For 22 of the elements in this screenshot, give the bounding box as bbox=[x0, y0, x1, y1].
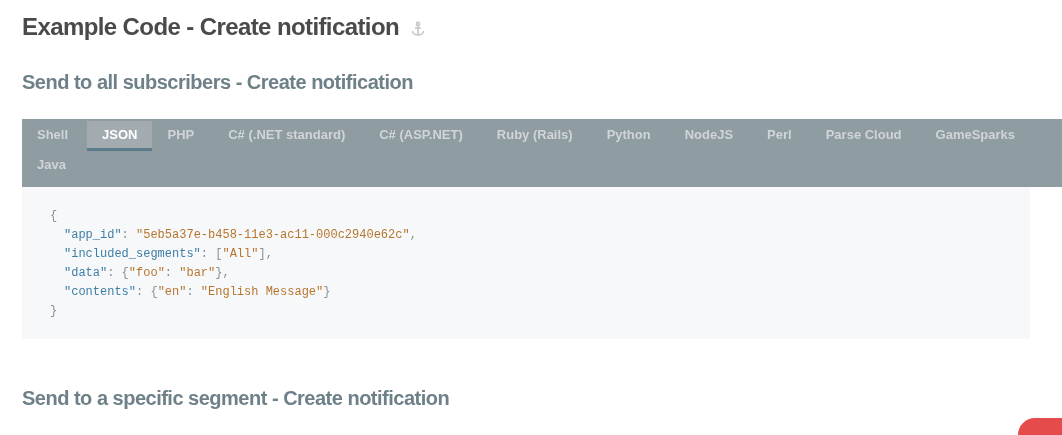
language-tab[interactable]: Python bbox=[591, 121, 666, 151]
language-tab[interactable]: NodeJS bbox=[669, 121, 749, 151]
section-heading: Send to a specific segment - Create notification bbox=[22, 386, 451, 411]
language-tab[interactable]: Parse Cloud bbox=[810, 121, 917, 151]
language-tab[interactable]: C# (ASP.NET) bbox=[364, 121, 478, 151]
chat-button[interactable] bbox=[1018, 418, 1062, 435]
language-tab[interactable]: Perl bbox=[752, 121, 807, 151]
section-heading: Send to all subscribers - Create notification bbox=[22, 70, 414, 95]
code-line: "included_segments": ["All"], bbox=[64, 246, 273, 263]
language-tab[interactable]: Java bbox=[22, 151, 81, 181]
language-tab[interactable]: Shell bbox=[22, 121, 84, 151]
language-tab[interactable]: Ruby (Rails) bbox=[481, 121, 588, 151]
code-line: { bbox=[50, 208, 58, 225]
language-tab[interactable]: JSON bbox=[87, 121, 153, 151]
code-line: "app_id": "5eb5a37e-b458-11e3-ac11-000c2940e62c", bbox=[64, 227, 417, 244]
language-tab[interactable]: PHP bbox=[152, 121, 210, 151]
language-tab[interactable]: C# (.NET standard) bbox=[213, 121, 361, 151]
code-line: "data": {"foo": "bar"}, bbox=[64, 265, 230, 282]
code-line: "contents": {"en": "English Message"} bbox=[64, 284, 331, 301]
language-tab[interactable]: GameSparks bbox=[920, 121, 1031, 151]
code-line: } bbox=[50, 303, 58, 320]
page-heading: Example Code - Create notification bbox=[22, 12, 399, 42]
